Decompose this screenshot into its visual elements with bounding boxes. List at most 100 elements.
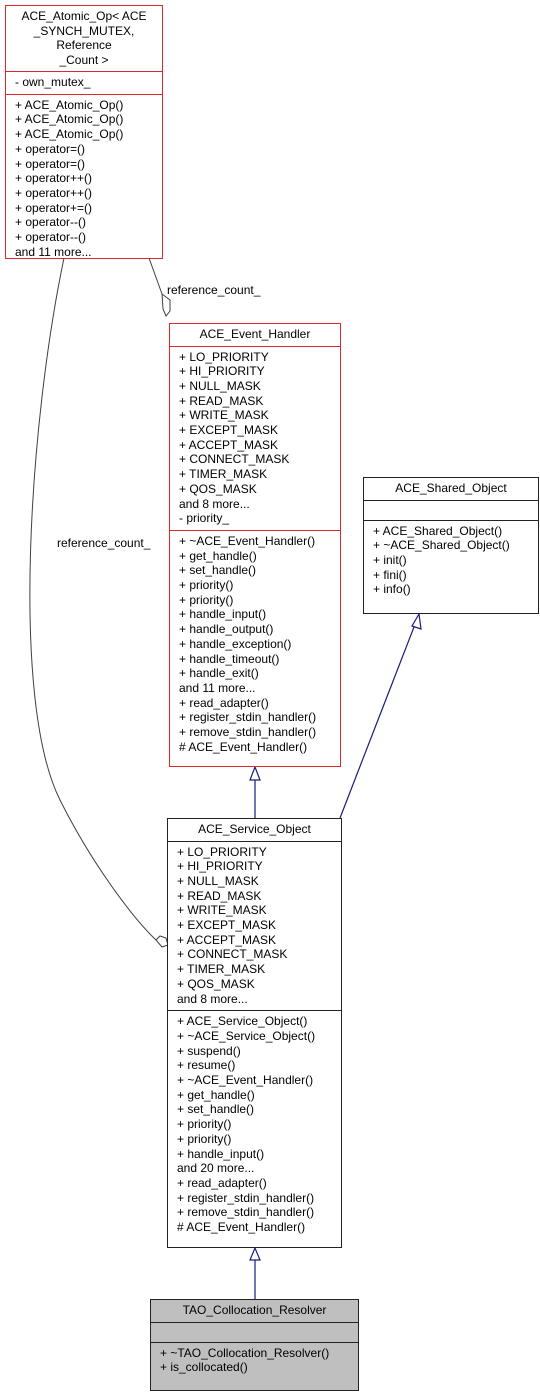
member-item[interactable]: + HI_PRIORITY <box>179 364 334 379</box>
member-item[interactable]: + suspend() <box>177 1044 335 1059</box>
member-item[interactable]: + get_handle() <box>177 1088 335 1103</box>
member-item[interactable]: + info() <box>373 582 532 597</box>
edge-label-reference-count-service-object: reference_count_ <box>57 536 151 550</box>
inheritance-arrow-event-handler <box>249 765 261 781</box>
member-item[interactable]: + register_stdin_handler() <box>179 710 334 725</box>
methods-section: + ACE_Shared_Object() + ~ACE_Shared_Objec… <box>364 519 538 602</box>
member-item[interactable]: + operator--() <box>15 230 156 245</box>
attributes-section <box>151 1321 358 1342</box>
member-item[interactable]: + handle_exception() <box>179 637 334 652</box>
member-item[interactable]: + ACE_Atomic_Op() <box>15 112 156 127</box>
member-item[interactable]: + EXCEPT_MASK <box>179 423 334 438</box>
member-item[interactable]: + operator=() <box>15 157 156 172</box>
member-item[interactable]: + NULL_MASK <box>179 379 334 394</box>
member-item[interactable]: + remove_stdin_handler() <box>179 725 334 740</box>
class-node-ace-event-handler[interactable]: ACE_Event_Handler + LO_PRIORITY + HI_PRIO… <box>169 323 341 767</box>
member-item[interactable]: + ACE_Atomic_Op() <box>15 127 156 142</box>
member-item[interactable]: + handle_input() <box>177 1147 335 1162</box>
usage-edge-atomic-to-service-object <box>29 257 157 941</box>
methods-section: + ACE_Service_Object() + ~ACE_Service_Obj… <box>168 1010 341 1239</box>
member-item[interactable]: + ~ACE_Service_Object() <box>177 1029 335 1044</box>
member-item[interactable]: + get_handle() <box>179 549 334 564</box>
member-item[interactable]: + ACE_Atomic_Op() <box>15 98 156 113</box>
attributes-section <box>364 499 538 520</box>
member-item[interactable]: + operator+=() <box>15 201 156 216</box>
member-item[interactable]: + TIMER_MASK <box>177 962 335 977</box>
member-item[interactable]: + handle_input() <box>179 607 334 622</box>
member-item[interactable]: + set_handle() <box>177 1102 335 1117</box>
member-item[interactable]: + ~ACE_Event_Handler() <box>179 534 334 549</box>
member-item[interactable]: + READ_MASK <box>179 394 334 409</box>
class-title: TAO_Collocation_Resolver <box>182 1303 327 1317</box>
member-item[interactable]: + priority() <box>179 593 334 608</box>
member-item[interactable]: + LO_PRIORITY <box>177 845 335 860</box>
member-item[interactable]: + read_adapter() <box>179 696 334 711</box>
member-item[interactable]: + ACE_Service_Object() <box>177 1014 335 1029</box>
member-item[interactable]: + remove_stdin_handler() <box>177 1205 335 1220</box>
member-item[interactable]: + fini() <box>373 568 532 583</box>
class-title: ACE_Shared_Object <box>395 481 507 495</box>
member-item[interactable]: + operator=() <box>15 142 156 157</box>
member-item[interactable]: + WRITE_MASK <box>179 408 334 423</box>
attributes-section: + LO_PRIORITY + HI_PRIORITY + NULL_MASK + R… <box>168 840 341 1011</box>
member-item[interactable]: - priority_ <box>179 511 334 526</box>
member-item[interactable]: + operator--() <box>15 215 156 230</box>
class-node-ace-service-object[interactable]: ACE_Service_Object + LO_PRIORITY + HI_PRI… <box>167 818 342 1248</box>
methods-section: + ~TAO_Collocation_Resolver() + is_colloc… <box>151 1341 358 1379</box>
member-item[interactable]: and 8 more... <box>179 497 334 512</box>
member-item[interactable]: + priority() <box>177 1132 335 1147</box>
member-item[interactable]: + QOS_MASK <box>177 977 335 992</box>
member-item[interactable]: + priority() <box>177 1117 335 1132</box>
class-node-ace-atomic-op[interactable]: ACE_Atomic_Op< ACE _SYNCH_MUTEX, Referen… <box>5 5 163 259</box>
member-item[interactable]: + EXCEPT_MASK <box>177 918 335 933</box>
edge-label-reference-count-event-handler: reference_count_ <box>167 283 261 297</box>
member-item[interactable]: + operator++() <box>15 186 156 201</box>
member-item[interactable]: + NULL_MASK <box>177 874 335 889</box>
member-item[interactable]: + LO_PRIORITY <box>179 350 334 365</box>
member-item[interactable]: + resume() <box>177 1058 335 1073</box>
member-item[interactable]: and 11 more... <box>179 681 334 696</box>
member-item[interactable]: + init() <box>373 553 532 568</box>
class-title: ACE_Atomic_Op< ACE _SYNCH_MUTEX, Referen… <box>21 9 147 67</box>
member-item[interactable]: + CONNECT_MASK <box>177 947 335 962</box>
member-item[interactable]: + WRITE_MASK <box>177 903 335 918</box>
member-item[interactable]: # ACE_Event_Handler() <box>177 1220 335 1235</box>
member-item[interactable]: + ACCEPT_MASK <box>177 933 335 948</box>
class-node-tao-collocation-resolver[interactable]: TAO_Collocation_Resolver + ~TAO_Collocat… <box>150 1299 359 1391</box>
member-item[interactable]: + handle_timeout() <box>179 652 334 667</box>
inheritance-edge-service-to-shared-object <box>339 626 415 819</box>
member-item[interactable]: + operator++() <box>15 171 156 186</box>
attributes-section: - own_mutex_ <box>6 71 162 94</box>
member-item[interactable]: + priority() <box>179 578 334 593</box>
member-item[interactable]: and 8 more... <box>177 992 335 1007</box>
class-title: ACE_Service_Object <box>198 822 311 836</box>
inheritance-arrow-shared-object <box>411 612 422 630</box>
member-item[interactable]: and 11 more... <box>15 245 156 260</box>
member-item[interactable]: + READ_MASK <box>177 889 335 904</box>
member-item[interactable]: + ACCEPT_MASK <box>179 438 334 453</box>
attributes-section: + LO_PRIORITY + HI_PRIORITY + NULL_MASK + R… <box>170 345 340 530</box>
aggregation-diamond-event-handler <box>161 292 171 317</box>
member-item[interactable]: + CONNECT_MASK <box>179 452 334 467</box>
member-item[interactable]: + ACE_Shared_Object() <box>373 524 532 539</box>
member-item[interactable]: + TIMER_MASK <box>179 467 334 482</box>
class-node-ace-shared-object[interactable]: ACE_Shared_Object + ACE_Shared_Object() +… <box>363 477 539 614</box>
member-item[interactable]: + handle_exit() <box>179 666 334 681</box>
class-title: ACE_Event_Handler <box>199 327 311 341</box>
member-item[interactable]: + read_adapter() <box>177 1176 335 1191</box>
member-item[interactable]: + is_collocated() <box>160 1360 352 1375</box>
member-item[interactable]: - own_mutex_ <box>15 75 156 90</box>
member-item[interactable]: + register_stdin_handler() <box>177 1191 335 1206</box>
methods-section: + ACE_Atomic_Op() + ACE_Atomic_Op() + ACE_… <box>6 93 162 264</box>
methods-section: + ~ACE_Event_Handler() + get_handle() + se… <box>170 529 340 759</box>
member-item[interactable]: + ~ACE_Shared_Object() <box>373 538 532 553</box>
member-item[interactable]: + HI_PRIORITY <box>177 859 335 874</box>
inheritance-arrow-service-object <box>249 1246 261 1261</box>
member-item[interactable]: # ACE_Event_Handler() <box>179 740 334 755</box>
member-item[interactable]: + handle_output() <box>179 622 334 637</box>
member-item[interactable]: + ~TAO_Collocation_Resolver() <box>160 1346 352 1361</box>
member-item[interactable]: + QOS_MASK <box>179 482 334 497</box>
member-item[interactable]: + ~ACE_Event_Handler() <box>177 1073 335 1088</box>
member-item[interactable]: and 20 more... <box>177 1161 335 1176</box>
member-item[interactable]: + set_handle() <box>179 563 334 578</box>
